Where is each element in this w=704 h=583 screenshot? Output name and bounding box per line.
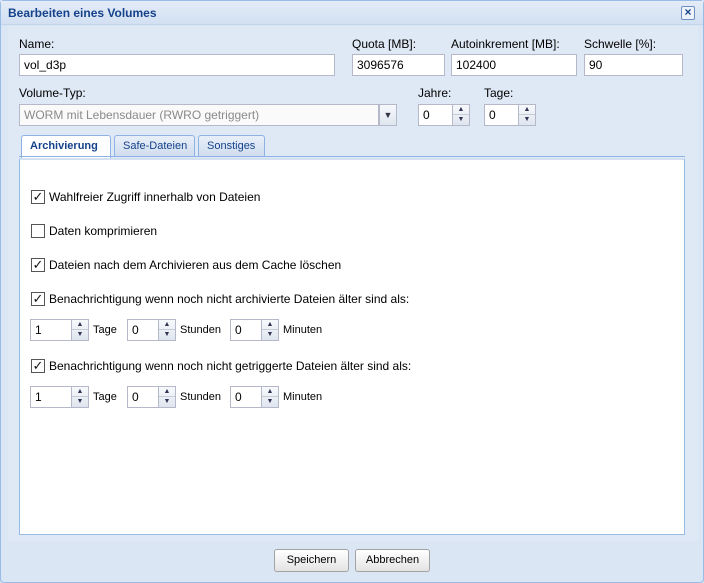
- triggered-tage-stepper[interactable]: 1 ▲ ▼: [30, 386, 89, 408]
- jahre-input[interactable]: 0: [418, 104, 453, 126]
- triggered-minuten-spin[interactable]: ▲ ▼: [262, 386, 279, 408]
- close-icon[interactable]: ×: [681, 6, 695, 20]
- triggered-minuten-input[interactable]: 0: [230, 386, 262, 408]
- archived-stunden-input[interactable]: 0: [127, 319, 159, 341]
- spin-down-icon[interactable]: ▼: [453, 115, 469, 125]
- minuten-unit-label: Minuten: [283, 324, 323, 336]
- spin-up-icon[interactable]: ▲: [262, 387, 278, 397]
- triggered-tage-input[interactable]: 1: [30, 386, 72, 408]
- tage-unit-label: Tage: [93, 324, 117, 336]
- spin-up-icon[interactable]: ▲: [453, 105, 469, 115]
- autoinkrement-label: Autoinkrement [MB]:: [451, 37, 560, 51]
- daten-komprimieren-label: Daten komprimieren: [49, 224, 158, 238]
- stunden-unit-label: Stunden: [180, 391, 221, 403]
- tab-sonstiges[interactable]: Sonstiges: [198, 135, 265, 157]
- dialog-footer: Speichern Abbrechen: [1, 542, 703, 582]
- spin-up-icon[interactable]: ▲: [72, 387, 88, 397]
- tage-label: Tage:: [484, 86, 514, 100]
- spin-down-icon[interactable]: ▼: [519, 115, 535, 125]
- autoinkrement-field[interactable]: 102400: [451, 54, 577, 76]
- schwelle-field[interactable]: 90: [584, 54, 683, 76]
- jahre-stepper[interactable]: 0 ▲ ▼: [418, 104, 470, 126]
- chevron-down-icon[interactable]: ▼: [379, 104, 397, 126]
- wahlfreier-zugriff-label: Wahlfreier Zugriff innerhalb von Dateien: [49, 190, 261, 204]
- cancel-button[interactable]: Abbrechen: [355, 549, 430, 572]
- jahre-label: Jahre:: [418, 86, 452, 100]
- name-label: Name:: [19, 37, 55, 51]
- volume-typ-select[interactable]: WORM mit Lebensdauer (RWRO getriggert): [19, 104, 379, 126]
- archived-stunden-spin[interactable]: ▲ ▼: [159, 319, 176, 341]
- spin-up-icon[interactable]: ▲: [519, 105, 535, 115]
- archived-tage-input[interactable]: 1: [30, 319, 72, 341]
- archived-minuten-stepper[interactable]: 0 ▲ ▼: [230, 319, 279, 341]
- dialog-titlebar[interactable]: Bearbeiten eines Volumes ×: [1, 1, 703, 25]
- archived-notify-checkbox[interactable]: ✓: [31, 292, 45, 306]
- triggered-minuten-stepper[interactable]: 0 ▲ ▼: [230, 386, 279, 408]
- triggered-stunden-spin[interactable]: ▲ ▼: [159, 386, 176, 408]
- wahlfreier-zugriff-checkbox[interactable]: ✓: [31, 190, 45, 204]
- tab-divider: [19, 156, 685, 157]
- archived-tage-spin[interactable]: ▲ ▼: [72, 319, 89, 341]
- triggered-stunden-stepper[interactable]: 0 ▲ ▼: [127, 386, 176, 408]
- archived-minuten-input[interactable]: 0: [230, 319, 262, 341]
- triggered-stunden-input[interactable]: 0: [127, 386, 159, 408]
- edit-volume-dialog: Bearbeiten eines Volumes × Name: vol_d3p…: [0, 0, 704, 583]
- stunden-unit-label: Stunden: [180, 324, 221, 336]
- tage-unit-label: Tage: [93, 391, 117, 403]
- spin-down-icon[interactable]: ▼: [159, 330, 175, 340]
- tage-spin[interactable]: ▲ ▼: [519, 104, 536, 126]
- spin-down-icon[interactable]: ▼: [262, 397, 278, 407]
- spin-up-icon[interactable]: ▲: [262, 320, 278, 330]
- triggered-tage-spin[interactable]: ▲ ▼: [72, 386, 89, 408]
- archived-tage-stepper[interactable]: 1 ▲ ▼: [30, 319, 89, 341]
- tab-strip: Archivierung Safe-Dateien Sonstiges: [19, 135, 685, 158]
- quota-field[interactable]: 3096576: [352, 54, 445, 76]
- archived-notify-label: Benachrichtigung wenn noch nicht archivi…: [49, 292, 410, 306]
- spin-down-icon[interactable]: ▼: [72, 330, 88, 340]
- cache-loeschen-label: Dateien nach dem Archivieren aus dem Cac…: [49, 258, 342, 272]
- jahre-spin[interactable]: ▲ ▼: [453, 104, 470, 126]
- volume-typ-label: Volume-Typ:: [19, 86, 86, 100]
- archivierung-panel: [19, 158, 685, 535]
- minuten-unit-label: Minuten: [283, 391, 323, 403]
- dialog-title: Bearbeiten eines Volumes: [8, 6, 157, 20]
- spin-up-icon[interactable]: ▲: [72, 320, 88, 330]
- tage-stepper[interactable]: 0 ▲ ▼: [484, 104, 536, 126]
- schwelle-label: Schwelle [%]:: [584, 37, 657, 51]
- quota-label: Quota [MB]:: [352, 37, 417, 51]
- spin-down-icon[interactable]: ▼: [159, 397, 175, 407]
- triggered-notify-label: Benachrichtigung wenn noch nicht getrigg…: [49, 359, 412, 373]
- tab-archivierung[interactable]: Archivierung: [21, 135, 111, 158]
- spin-up-icon[interactable]: ▲: [159, 320, 175, 330]
- triggered-notify-checkbox[interactable]: ✓: [31, 359, 45, 373]
- save-button[interactable]: Speichern: [274, 549, 349, 572]
- spin-down-icon[interactable]: ▼: [72, 397, 88, 407]
- name-field[interactable]: vol_d3p: [19, 54, 335, 76]
- archived-stunden-stepper[interactable]: 0 ▲ ▼: [127, 319, 176, 341]
- daten-komprimieren-checkbox[interactable]: [31, 224, 45, 238]
- spin-down-icon[interactable]: ▼: [262, 330, 278, 340]
- cache-loeschen-checkbox[interactable]: ✓: [31, 258, 45, 272]
- tage-input[interactable]: 0: [484, 104, 519, 126]
- tab-safe-dateien[interactable]: Safe-Dateien: [114, 135, 195, 157]
- archived-minuten-spin[interactable]: ▲ ▼: [262, 319, 279, 341]
- spin-up-icon[interactable]: ▲: [159, 387, 175, 397]
